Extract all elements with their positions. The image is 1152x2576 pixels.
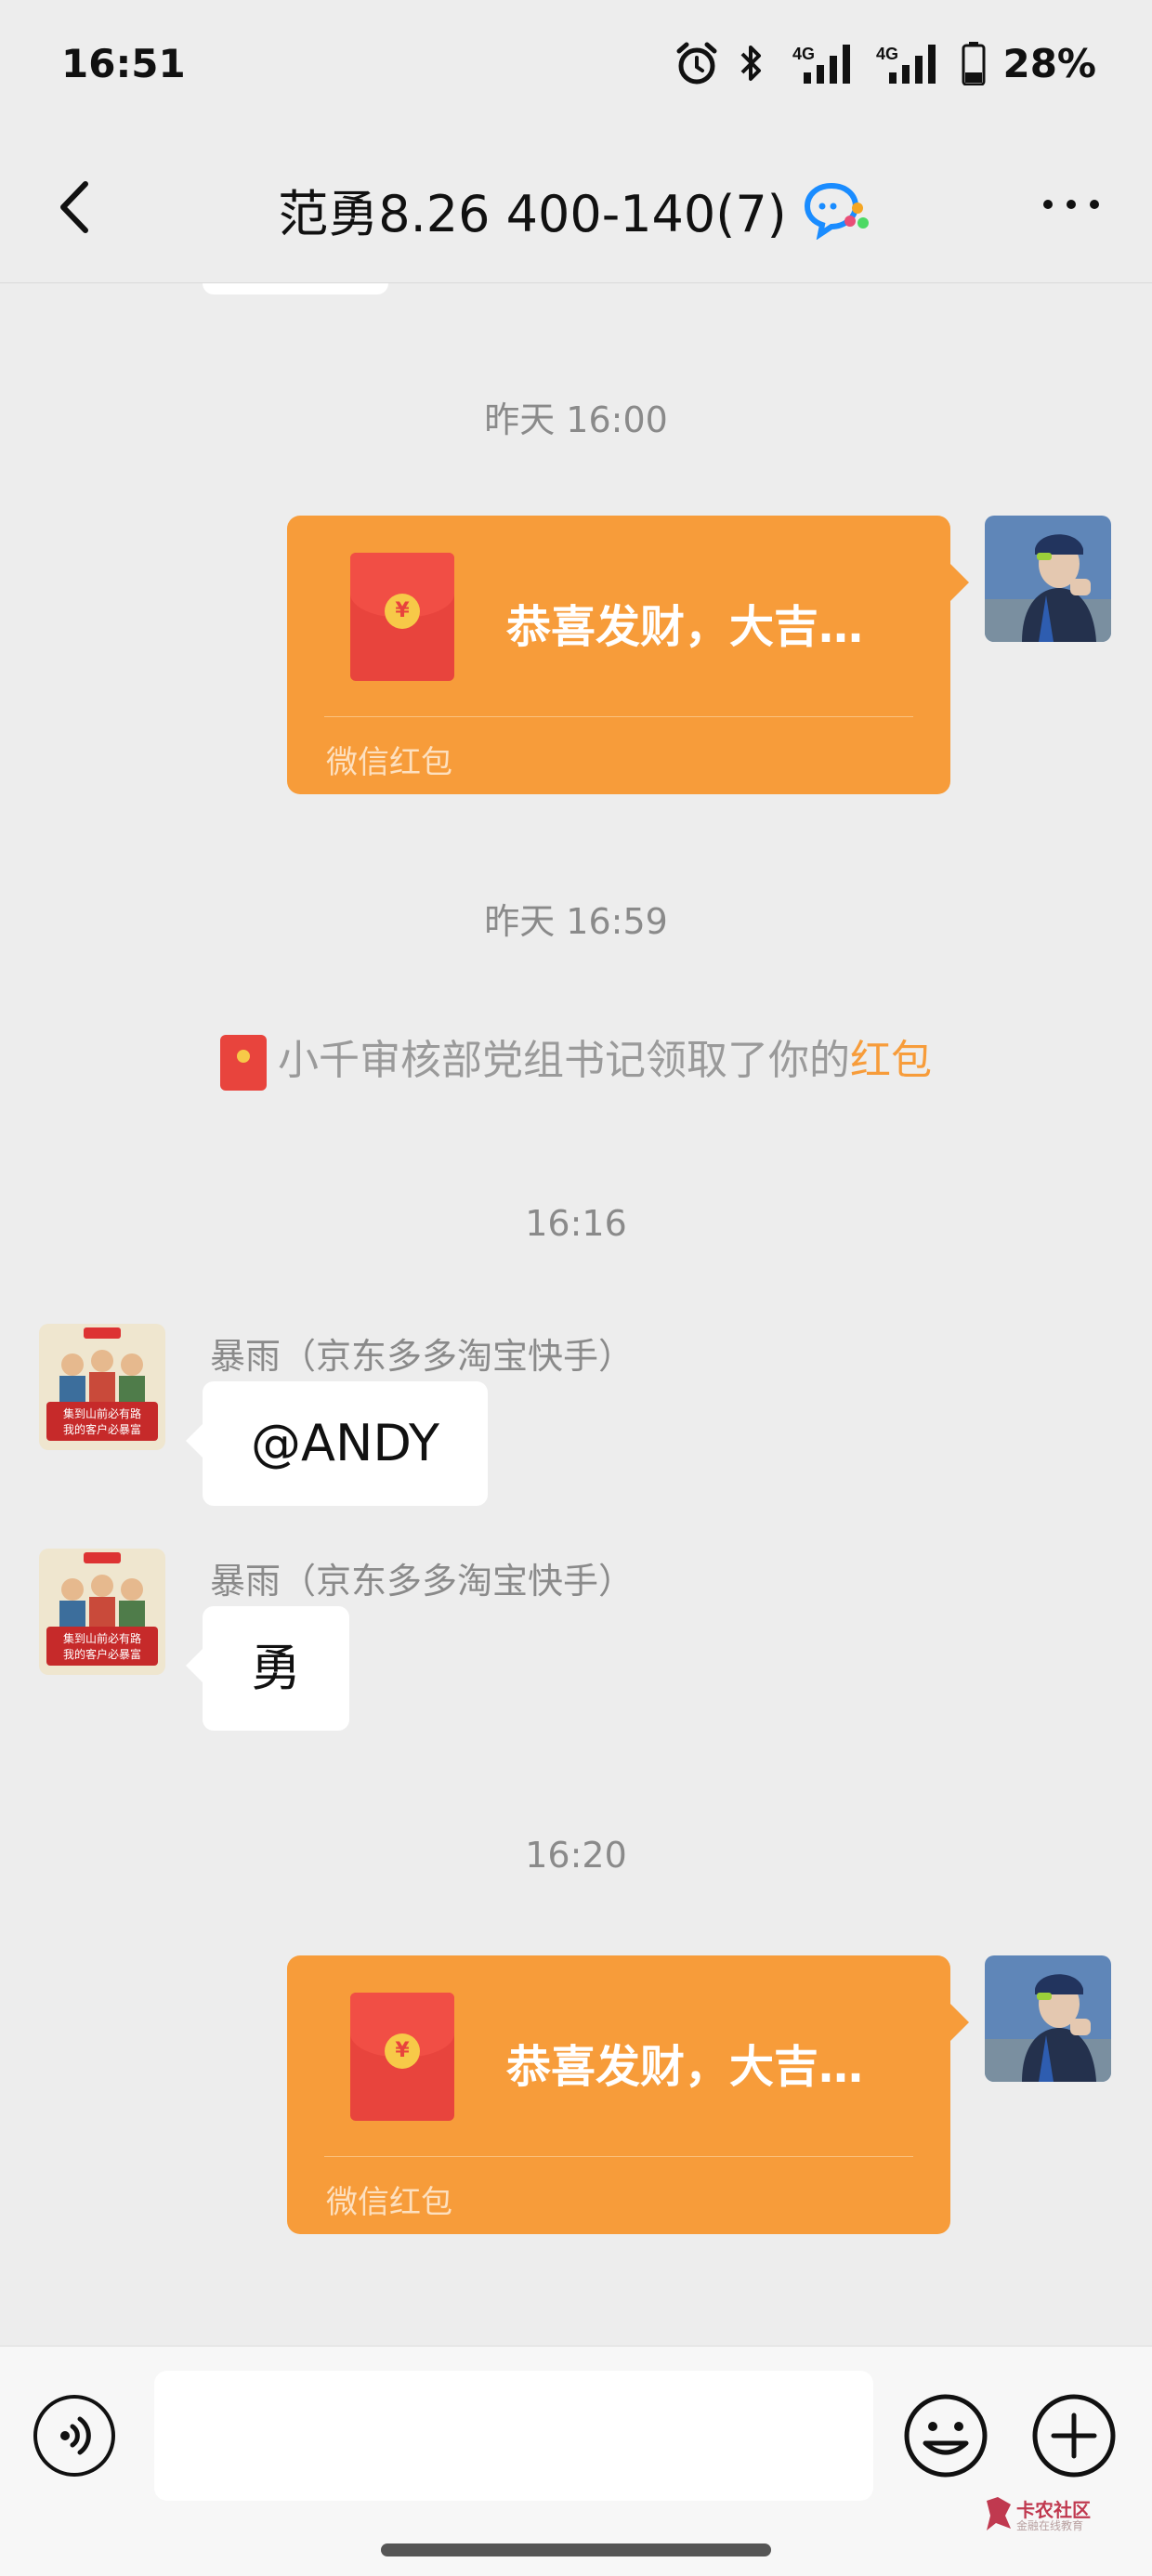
text-message-bubble[interactable]: 勇	[186, 1606, 349, 1731]
divider	[324, 716, 913, 717]
group-chat-icon	[804, 182, 869, 240]
voice-input-button[interactable]	[33, 2395, 115, 2477]
poster-avatar: 集到山前必有路 我的客户必暴富	[39, 1549, 165, 1675]
red-packet-label: 微信红包	[326, 2184, 452, 2221]
watermark-subtitle: 金融在线教育	[1016, 2519, 1084, 2532]
voice-icon	[60, 2416, 91, 2455]
red-envelope-small-icon	[220, 1035, 267, 1091]
more-options-icon[interactable]	[1039, 186, 1104, 223]
message-input[interactable]	[154, 2371, 873, 2501]
bubble-tail	[950, 564, 969, 601]
message-text: 勇	[251, 1639, 301, 1697]
add-more-icon[interactable]	[1031, 2393, 1117, 2478]
alarm-icon	[676, 42, 717, 85]
input-bar: 卡农社区 金融在线教育	[0, 2346, 1152, 2576]
sender-name: 暴雨（京东多多淘宝快手）	[210, 1561, 635, 1602]
poster-line-2: 我的客户必暴富	[63, 1422, 141, 1436]
red-packet-link[interactable]: 红包	[850, 1037, 932, 1084]
status-icons: 4G 4G 28%	[674, 37, 1096, 89]
bluetooth-icon	[741, 46, 762, 81]
timestamp: 16:16	[525, 1203, 627, 1244]
poster-line-1: 集到山前必有路	[63, 1406, 141, 1420]
red-packet-greeting: 恭喜发财，大吉…	[506, 601, 864, 653]
my-avatar[interactable]	[985, 1955, 1111, 2082]
status-time: 16:51	[61, 41, 186, 86]
system-notice: 小千审核部党组书记领取了你的红包	[0, 1026, 1152, 1091]
network-label-1: 4G	[792, 45, 815, 63]
red-packet-greeting: 恭喜发财，大吉…	[506, 2041, 864, 2093]
status-bar: 16:51 4G 4G 28%	[0, 0, 1152, 137]
my-avatar[interactable]	[985, 516, 1111, 642]
sender-avatar[interactable]: 集到山前必有路 我的客户必暴富	[39, 1324, 165, 1450]
red-packet-message[interactable]: ¥ 恭喜发财，大吉… 微信红包	[287, 516, 969, 794]
battery-icon	[962, 42, 986, 85]
sender-avatar[interactable]: 集到山前必有路 我的客户必暴富	[39, 1549, 165, 1675]
battery-percent: 28%	[1002, 40, 1096, 86]
chat-message-list[interactable]: 昨天 16:00 ¥ 恭喜发财，大吉… 微信红包 昨天 16:59 小千审核部党…	[0, 283, 1152, 2346]
home-indicator[interactable]	[381, 2543, 771, 2556]
avatar-photo	[985, 516, 1111, 642]
timestamp: 昨天 16:00	[484, 399, 668, 440]
red-envelope-icon: ¥	[350, 1993, 454, 2121]
partial-message-bubble	[203, 283, 388, 294]
red-envelope-icon: ¥	[350, 553, 454, 681]
divider	[324, 2156, 913, 2157]
poster-line-1: 集到山前必有路	[63, 1631, 141, 1645]
sender-name: 暴雨（京东多多淘宝快手）	[210, 1336, 635, 1377]
text-message-bubble[interactable]: @ANDY	[186, 1381, 488, 1506]
bubble-tail	[950, 2004, 969, 2041]
chat-header: 范勇8.26 400-140(7)	[0, 137, 1152, 283]
red-packet-label: 微信红包	[326, 744, 452, 781]
red-packet-message[interactable]: ¥ 恭喜发财，大吉… 微信红包	[287, 1955, 969, 2234]
emoji-icon[interactable]	[903, 2393, 988, 2478]
timestamp: 16:20	[525, 1835, 627, 1876]
signal-icon-1: 4G	[792, 45, 851, 84]
message-text: @ANDY	[251, 1414, 439, 1472]
bubble-tail	[186, 1424, 203, 1458]
network-label-2: 4G	[876, 45, 898, 63]
watermark-icon	[987, 2497, 1011, 2530]
timestamp: 昨天 16:59	[484, 901, 668, 942]
bubble-tail	[186, 1649, 203, 1682]
signal-icon-2: 4G	[876, 45, 936, 84]
watermark-logo: 卡农社区 金融在线教育	[983, 2495, 1098, 2536]
poster-line-2: 我的客户必暴富	[63, 1647, 141, 1661]
poster-avatar: 集到山前必有路 我的客户必暴富	[39, 1324, 165, 1450]
avatar-photo	[985, 1955, 1111, 2082]
system-notice-text: 小千审核部党组书记领取了你的	[278, 1037, 850, 1084]
chat-title: 范勇8.26 400-140(7)	[278, 185, 787, 243]
